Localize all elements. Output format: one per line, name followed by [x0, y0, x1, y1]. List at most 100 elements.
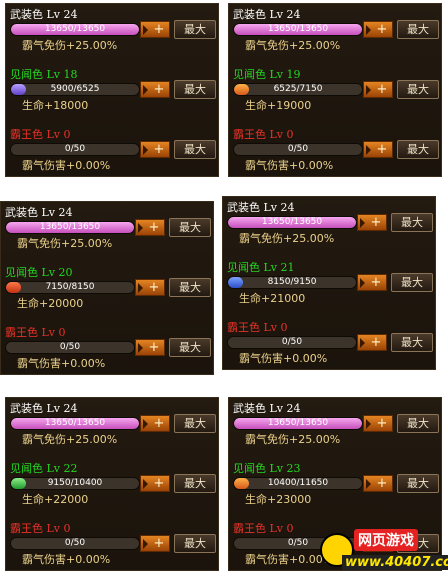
- haki-section: 武装色 Lv 24 13650/13650 + 最大 霸气免伤+25.00%: [6, 402, 218, 460]
- max-button[interactable]: 最大: [169, 338, 211, 357]
- haki-stat: 霸气伤害+0.00%: [22, 553, 111, 566]
- progress-bar: 10400/11650: [233, 477, 363, 490]
- watermark-line1: 网页游戏: [354, 529, 418, 551]
- haki-title: 霸王色 Lv 0: [233, 128, 294, 141]
- progress-text: 13650/13650: [267, 24, 329, 34]
- arrow-right-icon: [138, 223, 143, 233]
- arrow-right-icon: [366, 479, 371, 489]
- haki-stat: 生命+20000: [17, 297, 84, 310]
- haki-title: 霸王色 Lv 0: [227, 321, 288, 334]
- haki-stat: 霸气免伤+25.00%: [239, 232, 335, 245]
- haki-stat: 霸气免伤+25.00%: [22, 39, 118, 52]
- plus-label: +: [153, 536, 165, 551]
- upgrade-plus-button[interactable]: +: [363, 21, 393, 38]
- progress-text: 13650/13650: [44, 418, 106, 428]
- arrow-right-icon: [143, 145, 148, 155]
- upgrade-plus-button[interactable]: +: [135, 339, 165, 356]
- progress-text: 9150/10400: [47, 478, 103, 488]
- progress-bar: 7150/8150: [5, 281, 135, 294]
- max-button[interactable]: 最大: [174, 534, 216, 553]
- arrow-right-icon: [143, 539, 148, 549]
- upgrade-plus-button[interactable]: +: [363, 81, 393, 98]
- max-button[interactable]: 最大: [174, 20, 216, 39]
- plus-label: +: [153, 416, 165, 431]
- progress-text: 13650/13650: [44, 24, 106, 34]
- progress-bar: 13650/13650: [5, 221, 135, 234]
- max-button[interactable]: 最大: [397, 80, 439, 99]
- progress-bar: 9150/10400: [10, 477, 140, 490]
- haki-title: 武装色 Lv 24: [227, 201, 295, 214]
- max-button[interactable]: 最大: [397, 414, 439, 433]
- plus-label: +: [376, 82, 388, 97]
- max-button[interactable]: 最大: [391, 213, 433, 232]
- progress-text: 0/50: [281, 337, 303, 347]
- haki-stat: 霸气免伤+25.00%: [245, 433, 341, 446]
- progress-text: 0/50: [59, 342, 81, 352]
- upgrade-plus-button[interactable]: +: [140, 535, 170, 552]
- upgrade-plus-button[interactable]: +: [140, 81, 170, 98]
- haki-section: 见闻色 Lv 22 9150/10400 + 最大 生命+22000: [6, 462, 218, 520]
- max-button[interactable]: 最大: [391, 273, 433, 292]
- haki-section: 武装色 Lv 24 13650/13650 + 最大 霸气免伤+25.00%: [229, 402, 441, 460]
- max-button[interactable]: 最大: [397, 20, 439, 39]
- progress-bar: 0/50: [5, 341, 135, 354]
- arrow-right-icon: [360, 278, 365, 288]
- plus-label: +: [370, 215, 382, 230]
- max-button[interactable]: 最大: [174, 474, 216, 493]
- watermark-line2: www.40407.com: [342, 555, 448, 570]
- haki-section: 霸王色 Lv 0 0/50 + 最大霸气伤害+0.00%: [6, 522, 218, 580]
- arrow-right-icon: [138, 343, 143, 353]
- upgrade-plus-button[interactable]: +: [357, 214, 387, 231]
- upgrade-plus-button[interactable]: +: [363, 475, 393, 492]
- arrow-right-icon: [360, 218, 365, 228]
- upgrade-plus-button[interactable]: +: [363, 415, 393, 432]
- plus-label: +: [153, 82, 165, 97]
- haki-section: 见闻色 Lv 23 10400/11650 + 最大 生命+23000: [229, 462, 441, 520]
- progress-bar: 6525/7150: [233, 83, 363, 96]
- arrow-right-icon: [143, 25, 148, 35]
- max-button[interactable]: 最大: [391, 333, 433, 352]
- haki-stat: 生命+23000: [245, 493, 312, 506]
- max-button[interactable]: 最大: [169, 278, 211, 297]
- plus-label: +: [370, 335, 382, 350]
- plus-label: +: [376, 476, 388, 491]
- progress-text: 13650/13650: [261, 217, 323, 227]
- progress-bar: 13650/13650: [233, 23, 363, 36]
- haki-section: 霸王色 Lv 0 0/50 + 最大霸气伤害+0.00%: [223, 321, 435, 379]
- upgrade-plus-button[interactable]: +: [363, 141, 393, 158]
- max-button[interactable]: 最大: [174, 140, 216, 159]
- haki-title: 武装色 Lv 24: [10, 8, 78, 21]
- arrow-right-icon: [143, 479, 148, 489]
- upgrade-plus-button[interactable]: +: [140, 415, 170, 432]
- upgrade-plus-button[interactable]: +: [135, 279, 165, 296]
- plus-label: +: [376, 22, 388, 37]
- upgrade-plus-button[interactable]: +: [140, 475, 170, 492]
- haki-stat: 霸气免伤+25.00%: [22, 433, 118, 446]
- max-button[interactable]: 最大: [397, 474, 439, 493]
- upgrade-plus-button[interactable]: +: [140, 21, 170, 38]
- progress-bar: 0/50: [10, 537, 140, 550]
- upgrade-plus-button[interactable]: +: [357, 274, 387, 291]
- haki-section: 见闻色 Lv 18 5900/6525 + 最大 生命+18000: [6, 68, 218, 126]
- upgrade-plus-button[interactable]: +: [357, 334, 387, 351]
- progress-bar: 0/50: [227, 336, 357, 349]
- progress-text: 0/50: [64, 538, 86, 548]
- max-button[interactable]: 最大: [397, 140, 439, 159]
- plus-label: +: [148, 280, 160, 295]
- haki-stat: 生命+18000: [22, 99, 89, 112]
- haki-title: 见闻色 Lv 18: [10, 68, 78, 81]
- plus-label: +: [153, 476, 165, 491]
- haki-section: 见闻色 Lv 20 7150/8150 + 最大 生命+20000: [1, 266, 213, 324]
- max-button[interactable]: 最大: [174, 80, 216, 99]
- max-button[interactable]: 最大: [169, 218, 211, 237]
- upgrade-plus-button[interactable]: +: [135, 219, 165, 236]
- upgrade-plus-button[interactable]: +: [140, 141, 170, 158]
- haki-title: 见闻色 Lv 19: [233, 68, 301, 81]
- haki-section: 见闻色 Lv 21 8150/9150 + 最大 生命+21000: [223, 261, 435, 319]
- haki-panel: 武装色 Lv 24 13650/13650 + 最大 霸气免伤+25.00% 见闻色 Lv…: [222, 196, 436, 370]
- progress-text: 0/50: [64, 144, 86, 154]
- haki-stat: 霸气伤害+0.00%: [17, 357, 106, 370]
- haki-title: 霸王色 Lv 0: [5, 326, 66, 339]
- max-button[interactable]: 最大: [174, 414, 216, 433]
- arrow-right-icon: [366, 85, 371, 95]
